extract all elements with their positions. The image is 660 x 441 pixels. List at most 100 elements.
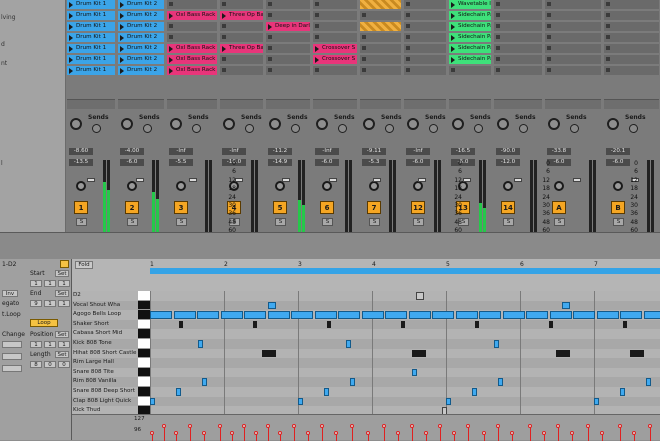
velocity-stem[interactable] <box>558 426 559 441</box>
send-b-knob[interactable] <box>385 124 394 133</box>
midi-note[interactable] <box>181 321 183 329</box>
clip-slot[interactable]: Sidechain Pad <box>449 22 491 31</box>
velocity-handle[interactable] <box>410 424 414 428</box>
clip-play-icon[interactable] <box>69 2 73 8</box>
midi-note[interactable] <box>315 311 337 319</box>
velocity-handle[interactable] <box>556 424 560 428</box>
bar-number[interactable]: 4 <box>372 261 376 268</box>
track-activator-button[interactable]: B <box>611 201 625 214</box>
midi-note[interactable] <box>446 398 451 406</box>
clip-slot[interactable]: Three Op Ba <box>220 44 263 53</box>
stop-clip-icon[interactable] <box>496 2 500 6</box>
length-beat-field[interactable]: 0 <box>44 361 56 368</box>
velocity-handle[interactable] <box>320 424 324 428</box>
note-lane[interactable]: Hihat 808 Short Castle <box>72 349 660 359</box>
stop-clip-icon[interactable] <box>496 35 500 39</box>
piano-key[interactable] <box>138 349 150 359</box>
stop-clip-icon[interactable] <box>362 68 366 72</box>
stop-clip-icon[interactable] <box>315 35 319 39</box>
empty-clip-slot[interactable] <box>404 22 446 31</box>
empty-clip-slot[interactable] <box>604 22 659 31</box>
send-b-knob[interactable] <box>143 124 152 133</box>
send-a-knob[interactable] <box>269 118 281 130</box>
recording-clip-slot[interactable] <box>360 0 401 9</box>
empty-clip-slot[interactable] <box>313 0 357 9</box>
volume-value[interactable]: -9.11 <box>362 148 386 155</box>
velocity-stem[interactable] <box>164 426 165 441</box>
velocity-stem[interactable] <box>440 426 441 441</box>
peak-value[interactable]: -6.0 <box>315 159 339 166</box>
piano-key[interactable] <box>138 377 150 387</box>
velocity-handle[interactable] <box>366 431 370 435</box>
stop-clip-icon[interactable] <box>268 2 272 6</box>
solo-button[interactable]: S <box>554 218 565 226</box>
pan-knob[interactable] <box>76 181 86 191</box>
clip-slot[interactable]: Drum Kit 2 <box>118 33 164 42</box>
velocity-handle[interactable] <box>618 424 622 428</box>
track-activator-button[interactable]: 3 <box>174 201 188 214</box>
midi-note[interactable] <box>262 350 276 358</box>
position-set-button[interactable]: Set <box>55 331 69 338</box>
volume-value[interactable]: -11.2 <box>268 148 292 155</box>
stop-clip-icon[interactable] <box>315 13 319 17</box>
piano-key[interactable] <box>138 310 150 320</box>
empty-clip-slot[interactable] <box>266 11 310 20</box>
stop-clip-icon[interactable] <box>315 68 319 72</box>
solo-button[interactable]: S <box>176 218 187 226</box>
stop-clip-icon[interactable] <box>169 2 173 6</box>
velocity-handle[interactable] <box>306 431 310 435</box>
invert-button[interactable]: Inv <box>2 290 18 297</box>
midi-note[interactable] <box>221 311 243 319</box>
empty-clip-slot[interactable] <box>404 11 446 20</box>
velocity-stem[interactable] <box>268 426 269 441</box>
clip-play-icon[interactable] <box>120 68 124 74</box>
velocity-handle[interactable] <box>632 431 636 435</box>
velocity-handle[interactable] <box>150 431 154 435</box>
stop-clip-icon[interactable] <box>606 57 610 61</box>
clip-slot[interactable]: Drum Kit 1 <box>67 11 115 20</box>
empty-clip-slot[interactable] <box>494 66 542 75</box>
clip-slot[interactable]: Drum Kit 2 <box>118 22 164 31</box>
clip-play-icon[interactable] <box>451 2 455 8</box>
peak-value[interactable]: -6.0 <box>120 159 144 166</box>
stop-clip-icon[interactable] <box>606 68 610 72</box>
stop-clip-icon[interactable] <box>268 35 272 39</box>
clip-play-icon[interactable] <box>120 57 124 63</box>
send-b-knob[interactable] <box>519 124 528 133</box>
end-set-button[interactable]: Set <box>55 290 69 297</box>
send-b-knob[interactable] <box>291 124 300 133</box>
midi-note[interactable] <box>150 398 155 406</box>
velocity-handle[interactable] <box>278 431 282 435</box>
velocity-stem[interactable] <box>620 426 621 441</box>
start-bar-field[interactable]: 1 <box>30 280 42 287</box>
start-set-button[interactable]: Set <box>55 270 69 277</box>
midi-note[interactable] <box>198 340 203 348</box>
position-beat-field[interactable]: 1 <box>44 341 56 348</box>
stop-clip-icon[interactable] <box>496 13 500 17</box>
piano-key[interactable] <box>138 358 150 368</box>
note-lane[interactable]: Snare 808 Deep Short <box>72 387 660 397</box>
pan-knob[interactable] <box>613 181 623 191</box>
midi-note[interactable] <box>550 311 572 319</box>
velocity-handle[interactable] <box>542 431 546 435</box>
volume-fader[interactable] <box>87 178 95 182</box>
send-a-knob[interactable] <box>316 118 328 130</box>
velocity-handle[interactable] <box>292 424 296 428</box>
stop-clip-icon[interactable] <box>451 68 455 72</box>
clip-slot[interactable]: Oxl Bass Rack <box>167 11 217 20</box>
clip-slot[interactable]: Drum Kit 2 <box>118 0 164 9</box>
bar-number[interactable]: 1 <box>150 261 154 268</box>
volume-fader[interactable] <box>514 178 522 182</box>
velocity-stem[interactable] <box>530 426 531 441</box>
send-b-knob[interactable] <box>570 124 579 133</box>
track-activator-button[interactable]: 14 <box>501 201 515 214</box>
piano-key[interactable] <box>138 368 150 378</box>
volume-value[interactable]: -Inf <box>406 148 430 155</box>
solo-button[interactable]: S <box>76 218 87 226</box>
stop-clip-icon[interactable] <box>496 24 500 28</box>
clip-play-icon[interactable] <box>451 13 455 19</box>
velocity-handle[interactable] <box>466 424 470 428</box>
clip-play-icon[interactable] <box>315 46 319 52</box>
velocity-handle[interactable] <box>242 424 246 428</box>
start-sixteenth-field[interactable]: 1 <box>58 280 70 287</box>
